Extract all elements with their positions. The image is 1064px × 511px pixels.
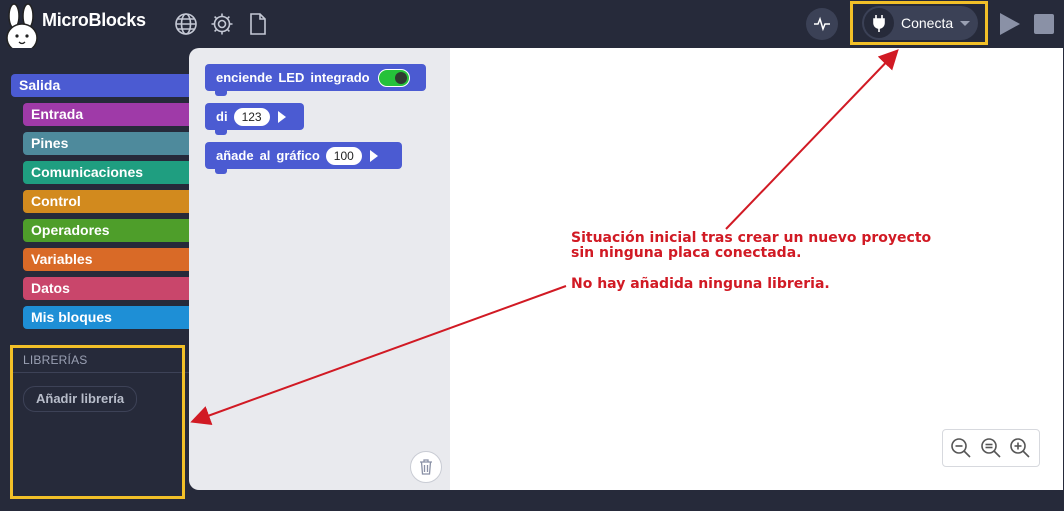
- category-operadores[interactable]: Operadores: [23, 219, 189, 242]
- block-word: LED: [278, 70, 305, 85]
- category-variables[interactable]: Variables: [23, 248, 189, 271]
- graph-button[interactable]: [806, 8, 838, 40]
- block-turn-on-led[interactable]: enciende LED integrado: [205, 64, 426, 96]
- zoom-controls: [942, 429, 1040, 467]
- connect-highlight-frame: [850, 1, 988, 45]
- block-graph-add[interactable]: añade al gráfico 100: [205, 142, 402, 174]
- category-entrada[interactable]: Entrada: [23, 103, 189, 126]
- trash-button[interactable]: [410, 451, 442, 483]
- scripting-canvas[interactable]: [450, 48, 1063, 490]
- category-salida[interactable]: Salida: [11, 74, 189, 97]
- stop-icon[interactable]: [1034, 14, 1054, 34]
- block-word: añade: [216, 148, 254, 163]
- block-say[interactable]: di 123: [205, 103, 304, 135]
- block-word: al: [259, 148, 271, 163]
- block-word: gráfico: [276, 148, 320, 163]
- gear-icon[interactable]: [210, 12, 234, 36]
- category-comunicaciones[interactable]: Comunicaciones: [23, 161, 189, 184]
- block-word: integrado: [310, 70, 370, 85]
- expand-arrow-icon[interactable]: [277, 110, 286, 123]
- zoom-in-icon[interactable]: [1009, 437, 1031, 459]
- play-icon[interactable]: [999, 12, 1021, 36]
- libraries-highlight-frame: [10, 345, 185, 499]
- led-toggle[interactable]: [377, 68, 410, 87]
- block-word: di: [216, 109, 228, 124]
- annotation-line-1: Situación inicial tras crear un nuevo pr…: [571, 230, 932, 246]
- category-pines[interactable]: Pines: [23, 132, 189, 155]
- category-control[interactable]: Control: [23, 190, 189, 213]
- zoom-reset-icon[interactable]: [980, 437, 1002, 459]
- file-icon[interactable]: [246, 12, 270, 36]
- expand-arrow-icon[interactable]: [369, 149, 378, 162]
- app-title: MicroBlocks: [42, 10, 146, 30]
- annotation-line-2: sin ninguna placa conectada.: [571, 245, 802, 261]
- annotation-line-3: No hay añadida ninguna libreria.: [571, 276, 830, 292]
- trash-icon: [420, 459, 432, 475]
- block-slot-input[interactable]: 100: [325, 146, 362, 165]
- category-mis-bloques[interactable]: Mis bloques: [23, 306, 189, 329]
- block-slot-input[interactable]: 123: [233, 107, 270, 126]
- category-datos[interactable]: Datos: [23, 277, 189, 300]
- globe-icon[interactable]: [174, 12, 198, 36]
- block-word: enciende: [216, 70, 273, 85]
- graph-icon: [814, 16, 830, 32]
- zoom-out-icon[interactable]: [950, 437, 972, 459]
